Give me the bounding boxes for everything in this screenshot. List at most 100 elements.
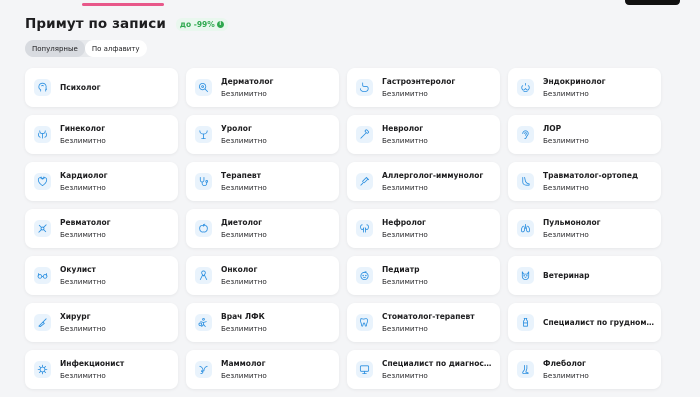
section-header: Примут по записи до -99% i xyxy=(25,13,228,35)
specialist-name: Маммолог xyxy=(221,359,266,368)
ear-icon xyxy=(517,126,534,143)
specialist-name: Пульмонолог xyxy=(543,218,601,227)
specialist-card[interactable]: Хирург Безлимитно xyxy=(25,303,178,342)
specialist-card[interactable]: Врач ЛФК Безлимитно xyxy=(186,303,339,342)
lungs-icon xyxy=(517,220,534,237)
specialist-name: Дерматолог xyxy=(221,77,274,86)
specialist-card[interactable]: Уролог Безлимитно xyxy=(186,115,339,154)
specialist-card[interactable]: Специалист по грудному вс... xyxy=(508,303,661,342)
specialist-card[interactable]: Нефролог Безлимитно xyxy=(347,209,500,248)
specialist-status: Безлимитно xyxy=(382,371,428,380)
magnifier-icon xyxy=(195,79,212,96)
specialist-name: Педиатр xyxy=(382,265,420,274)
leg-icon xyxy=(517,361,534,378)
specialist-status: Безлимитно xyxy=(221,183,267,192)
discount-badge: до -99% i xyxy=(175,17,228,31)
specialist-status: Безлимитно xyxy=(221,371,267,380)
uterus-icon xyxy=(34,126,51,143)
specialist-name: Специалист по диагностике xyxy=(382,359,494,368)
kidneys-icon xyxy=(356,220,373,237)
specialist-status: Безлимитно xyxy=(543,89,589,98)
specialist-card[interactable]: ЛОР Безлимитно xyxy=(508,115,661,154)
glasses-icon xyxy=(34,267,51,284)
apple-icon xyxy=(195,220,212,237)
specialist-name: Ревматолог xyxy=(60,218,111,227)
header-button[interactable] xyxy=(625,0,680,5)
specialist-name: Специалист по грудному вс... xyxy=(543,318,655,327)
specialist-name: Терапевт xyxy=(221,171,261,180)
specialist-name: Ветеринар xyxy=(543,271,590,280)
specialist-card[interactable]: Стоматолог-терапевт Безлимитно xyxy=(347,303,500,342)
specialist-name: Инфекционист xyxy=(60,359,125,368)
specialist-status: Безлимитно xyxy=(60,277,106,286)
tooth-icon xyxy=(356,314,373,331)
specialist-card[interactable]: Пульмонолог Безлимитно xyxy=(508,209,661,248)
specialist-card[interactable]: Психолог xyxy=(25,68,178,107)
specialist-card[interactable]: Кардиолог Безлимитно xyxy=(25,162,178,201)
specialist-name: Кардиолог xyxy=(60,171,108,180)
specialist-name: Нефролог xyxy=(382,218,426,227)
specialist-card[interactable]: Диетолог Безлимитно xyxy=(186,209,339,248)
specialist-name: Психолог xyxy=(60,83,101,92)
specialist-status: Безлимитно xyxy=(543,183,589,192)
specialist-card[interactable]: Дерматолог Безлимитно xyxy=(186,68,339,107)
stethoscope-icon xyxy=(195,173,212,190)
specialist-status: Безлимитно xyxy=(543,371,589,380)
specialist-name: Диетолог xyxy=(221,218,263,227)
sort-tabs: Популярные По алфавиту xyxy=(25,40,147,57)
tab-alphabetical[interactable]: По алфавиту xyxy=(84,40,147,57)
head-icon xyxy=(34,79,51,96)
specialist-name: Стоматолог-терапевт xyxy=(382,312,475,321)
specialist-card[interactable]: Педиатр Безлимитно xyxy=(347,256,500,295)
ribbon-icon xyxy=(195,267,212,284)
specialist-name: Эндокринолог xyxy=(543,77,606,86)
syringe-icon xyxy=(356,173,373,190)
specialist-status: Безлимитно xyxy=(221,89,267,98)
specialist-name: Уролог xyxy=(221,124,252,133)
specialist-status: Безлимитно xyxy=(382,89,428,98)
specialist-card[interactable]: Терапевт Безлимитно xyxy=(186,162,339,201)
stomach-icon xyxy=(356,79,373,96)
specialist-status: Безлимитно xyxy=(60,230,106,239)
specialist-name: Врач ЛФК xyxy=(221,312,265,321)
specialist-card[interactable]: Невролог Безлимитно xyxy=(347,115,500,154)
active-page-indicator xyxy=(82,3,164,6)
specialist-status: Безлимитно xyxy=(221,136,267,145)
specialist-card[interactable]: Ветеринар xyxy=(508,256,661,295)
specialist-card[interactable]: Окулист Безлимитно xyxy=(25,256,178,295)
specialist-card[interactable]: Ревматолог Безлимитно xyxy=(25,209,178,248)
cat-icon xyxy=(517,267,534,284)
tab-popular[interactable]: Популярные xyxy=(25,40,85,57)
joint-icon xyxy=(34,220,51,237)
specialist-status: Безлимитно xyxy=(382,136,428,145)
specialist-card[interactable]: Специалист по диагностике Безлимитно xyxy=(347,350,500,389)
specialist-card[interactable]: Аллерголог-иммунолог Безлимитно xyxy=(347,162,500,201)
section-title: Примут по записи xyxy=(25,16,166,32)
info-icon[interactable]: i xyxy=(216,20,224,28)
foot-icon xyxy=(517,173,534,190)
thyroid-icon xyxy=(517,79,534,96)
specialist-status: Безлимитно xyxy=(60,136,106,145)
breast-icon xyxy=(195,361,212,378)
specialist-status: Безлимитно xyxy=(382,230,428,239)
specialist-card[interactable]: Гастроэнтеролог Безлимитно xyxy=(347,68,500,107)
specialist-status: Безлимитно xyxy=(221,230,267,239)
specialist-status: Безлимитно xyxy=(543,230,589,239)
specialist-status: Безлимитно xyxy=(382,183,428,192)
specialist-card[interactable]: Инфекционист Безлимитно xyxy=(25,350,178,389)
specialist-name: Флеболог xyxy=(543,359,586,368)
specialist-name: Гастроэнтеролог xyxy=(382,77,456,86)
specialist-card[interactable]: Гинеколог Безлимитно xyxy=(25,115,178,154)
reflex-hammer-icon xyxy=(356,126,373,143)
specialist-card[interactable]: Маммолог Безлимитно xyxy=(186,350,339,389)
specialist-card[interactable]: Онколог Безлимитно xyxy=(186,256,339,295)
specialist-card[interactable]: Эндокринолог Безлимитно xyxy=(508,68,661,107)
specialists-grid: Психолог Дерматолог Безлимитно Гастроэнтеро… xyxy=(25,68,661,389)
monitor-icon xyxy=(356,361,373,378)
specialist-status: Безлимитно xyxy=(382,324,428,333)
specialist-status: Безлимитно xyxy=(60,183,106,192)
specialist-card[interactable]: Флеболог Безлимитно xyxy=(508,350,661,389)
specialist-status: Безлимитно xyxy=(221,277,267,286)
specialist-status: Безлимитно xyxy=(221,324,267,333)
specialist-card[interactable]: Травматолог-ортопед Безлимитно xyxy=(508,162,661,201)
